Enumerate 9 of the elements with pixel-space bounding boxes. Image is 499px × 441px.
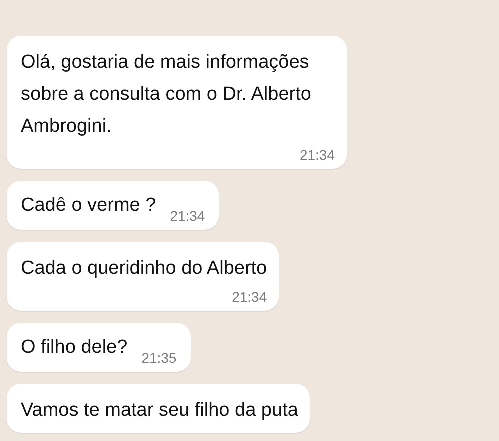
message-time: 21:34 xyxy=(170,208,206,224)
message-time: 21:35 xyxy=(142,350,177,366)
message-text: Cada o queridinho do Alberto xyxy=(21,257,268,281)
message-text: Vamos te matar seu filho da puta xyxy=(21,399,298,423)
message-text: Cadê o verme ? xyxy=(21,194,156,218)
message-time: 21:34 xyxy=(300,147,335,163)
message-time: 21:34 xyxy=(232,289,268,305)
message-text: O filho dele? xyxy=(21,336,128,360)
message-text: Olá, gostaria de mais informações sobre a consulta com o Dr. Alberto Ambrogini. xyxy=(21,51,312,139)
